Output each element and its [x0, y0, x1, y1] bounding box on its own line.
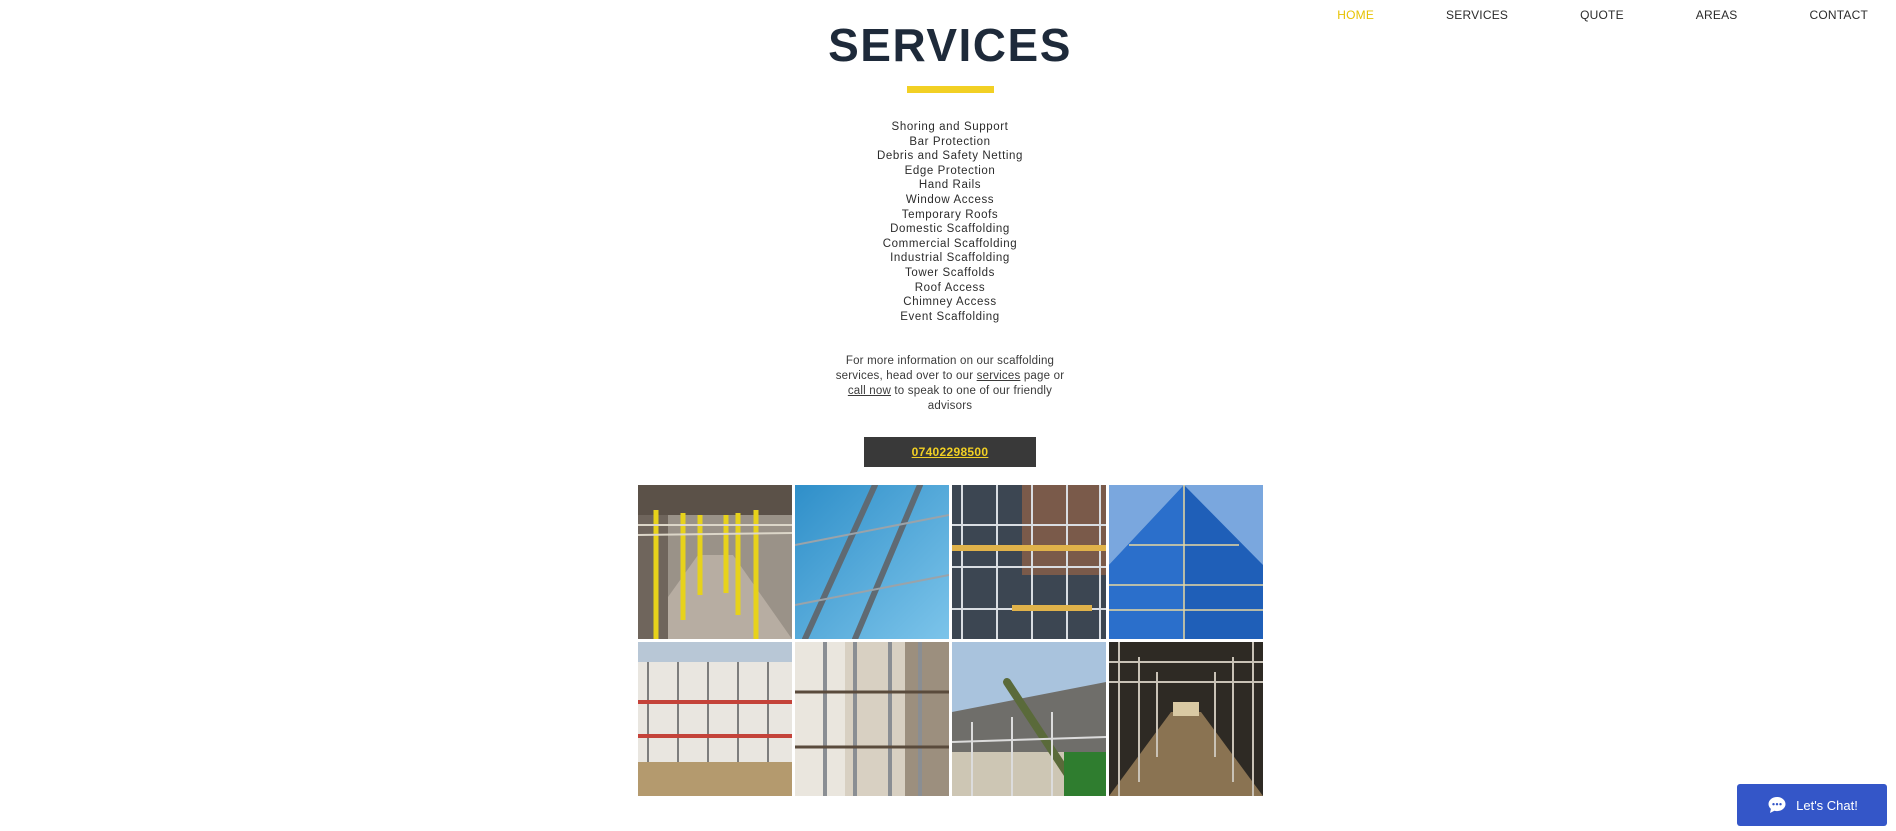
- service-item: Debris and Safety Netting: [876, 150, 1024, 163]
- service-item: Bar Protection: [909, 135, 991, 148]
- services-link[interactable]: services: [977, 370, 1021, 382]
- service-item: Shoring and Support: [891, 121, 1009, 133]
- service-item: Window Access: [905, 193, 995, 206]
- gallery-image-white-building-scaffold[interactable]: [638, 642, 792, 796]
- chat-bubble-icon: [1768, 797, 1786, 813]
- info-text-2: page or: [1020, 370, 1065, 382]
- gallery-image-roof-scaffold-crane[interactable]: [952, 642, 1106, 796]
- service-item: Roof Access: [914, 281, 986, 294]
- gallery-image-building-facade-scaffold[interactable]: [952, 485, 1106, 639]
- service-item: Temporary Roofs: [901, 208, 999, 221]
- page-title: SERVICES: [828, 19, 1072, 71]
- gallery-image-interior-scaffold[interactable]: [795, 642, 949, 796]
- services-list: Shoring and Support Bar Protection Debri…: [0, 120, 1896, 324]
- service-item: Domestic Scaffolding: [890, 223, 1010, 236]
- service-item: Commercial Scaffolding: [882, 237, 1018, 250]
- service-item: Event Scaffolding: [900, 310, 1000, 323]
- gallery-image-scaffold-tunnel[interactable]: [1109, 642, 1263, 796]
- service-item: Chimney Access: [903, 296, 997, 309]
- gallery-image-blue-netting[interactable]: [795, 485, 949, 639]
- gallery-image-tall-blue-sheeted-scaffold[interactable]: [1109, 485, 1263, 639]
- title-underline: [907, 86, 994, 93]
- image-gallery: [638, 485, 1264, 796]
- gallery-image-shoring-yellow-props[interactable]: [638, 485, 792, 639]
- service-item: Edge Protection: [904, 164, 996, 177]
- service-item: Tower Scaffolds: [905, 266, 995, 279]
- chat-button[interactable]: Let's Chat!: [1737, 784, 1887, 826]
- info-paragraph: For more information on our scaffolding …: [830, 354, 1070, 414]
- call-now-link[interactable]: call now: [848, 385, 891, 397]
- service-item: Industrial Scaffolding: [890, 252, 1010, 265]
- service-item: Hand Rails: [918, 179, 982, 192]
- info-text-3: to speak to one of our friendly advisors: [891, 385, 1053, 412]
- chat-label: Let's Chat!: [1796, 797, 1858, 813]
- phone-button[interactable]: 07402298500: [864, 437, 1036, 467]
